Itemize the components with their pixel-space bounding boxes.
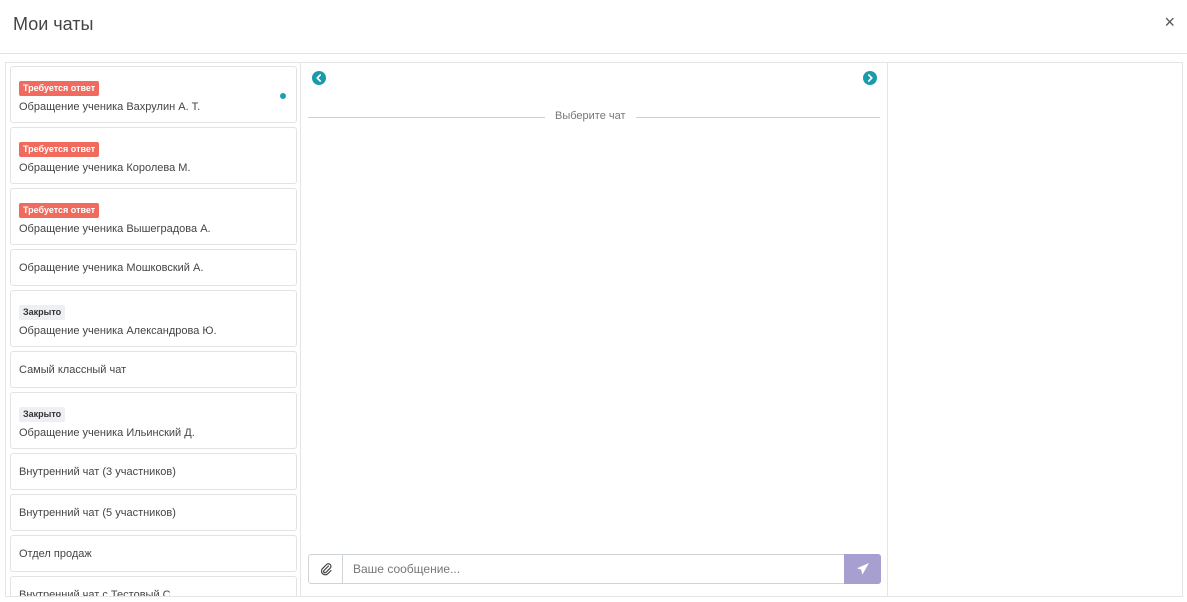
chat-list-item[interactable]: Внутренний чат с Тестовый С. xyxy=(10,576,297,597)
modal-header: Мои чаты × xyxy=(0,0,1187,54)
page-title: Мои чаты xyxy=(13,14,94,34)
chat-name: Обращение ученика Вахрулин А. Т. xyxy=(19,101,201,113)
chat-name: Отдел продаж xyxy=(19,548,92,560)
chat-list-item[interactable]: Требуется ответ Обращение ученика Вышегра… xyxy=(10,188,297,245)
status-badge: Требуется ответ xyxy=(19,81,100,96)
status-badge: Закрыто xyxy=(19,407,66,422)
chat-name: Обращение ученика Александрова Ю. xyxy=(19,325,217,337)
paperclip-icon xyxy=(320,563,332,576)
chat-list: Требуется ответ Обращение ученика Вахрули… xyxy=(10,66,297,597)
paper-plane-icon xyxy=(856,563,869,575)
chat-list-item[interactable]: Внутренний чат (5 участников) xyxy=(10,494,297,531)
message-composer xyxy=(308,554,881,584)
details-panel xyxy=(887,62,1183,597)
status-badge: Закрыто xyxy=(19,305,66,320)
chat-list-item[interactable]: Самый классный чат xyxy=(10,351,297,388)
chat-list-item[interactable]: Внутренний чат (3 участников) xyxy=(10,453,297,490)
message-input[interactable] xyxy=(342,554,845,584)
chat-name: Обращение ученика Вышеградова А. xyxy=(19,223,211,235)
chat-list-item[interactable]: Закрыто Обращение ученика Александрова Ю. xyxy=(10,290,297,347)
empty-chat-label: Выберите чат xyxy=(545,110,636,122)
chat-name: Самый классный чат xyxy=(19,364,127,376)
chat-name: Внутренний чат (5 участников) xyxy=(19,507,176,519)
chat-list-panel: Требуется ответ Обращение ученика Вахрули… xyxy=(5,62,301,597)
chevron-right-icon[interactable] xyxy=(863,71,877,85)
chat-name: Внутренний чат с Тестовый С. xyxy=(19,589,174,597)
chat-name: Обращение ученика Королева М. xyxy=(19,162,191,174)
chat-list-item[interactable]: Требуется ответ Обращение ученика Вахрули… xyxy=(10,66,297,123)
chevron-left-icon[interactable] xyxy=(312,71,326,85)
status-badge: Требуется ответ xyxy=(19,142,100,157)
chat-name: Обращение ученика Ильинский Д. xyxy=(19,427,195,439)
status-badge: Требуется ответ xyxy=(19,203,100,218)
unread-indicator xyxy=(280,93,286,99)
chat-list-item[interactable]: Требуется ответ Обращение ученика Королев… xyxy=(10,127,297,184)
chat-panel: Выберите чат xyxy=(300,62,888,597)
attach-button[interactable] xyxy=(308,554,343,584)
send-button[interactable] xyxy=(844,554,881,584)
chat-list-item[interactable]: Закрыто Обращение ученика Ильинский Д. xyxy=(10,392,297,449)
close-icon[interactable]: × xyxy=(1164,12,1175,32)
chat-name: Обращение ученика Мошковский А. xyxy=(19,262,204,274)
chat-list-item[interactable]: Отдел продаж xyxy=(10,535,297,572)
chat-list-item[interactable]: Обращение ученика Мошковский А. xyxy=(10,249,297,286)
chat-name: Внутренний чат (3 участников) xyxy=(19,466,176,478)
